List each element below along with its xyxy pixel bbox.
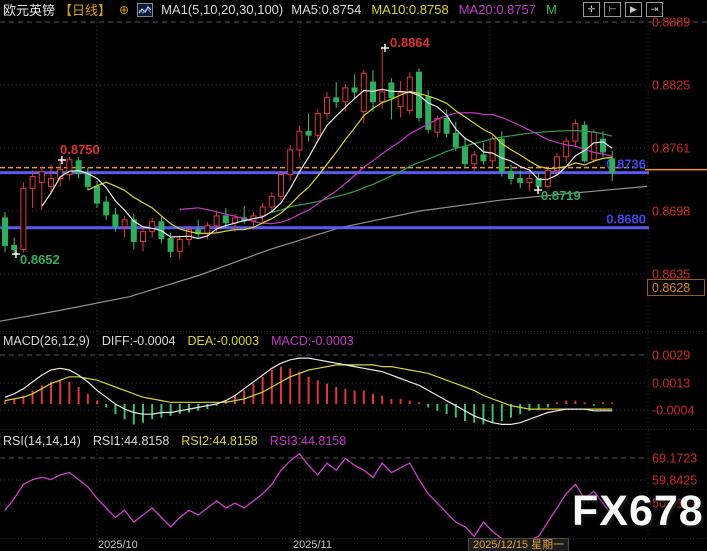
time-axis[interactable]: 2025/10 2025/11 2025/12/15 星期一: [0, 538, 707, 551]
rsi-axis-label: 69.1723: [652, 452, 697, 466]
candle-body: [39, 172, 44, 183]
chart-type-icon[interactable]: [137, 3, 153, 17]
candle-body: [481, 155, 486, 161]
price-marker-label: 0.8628: [652, 281, 690, 295]
undock-panel-icon[interactable]: ⇥: [646, 2, 663, 17]
indicator-readout: MACD:-0.0003: [271, 334, 354, 348]
ma10-line: [88, 91, 612, 233]
candle-body: [472, 155, 477, 164]
candle-body: [325, 98, 330, 114]
price-axis-label: 0.8889: [652, 16, 690, 30]
candle-body: [260, 207, 265, 216]
macd-axis-label: 0.0029: [652, 349, 690, 363]
chart-header: 欧元英镑 【日线】 ⊕ MA1(5,10,20,30,100) MA5:0.87…: [3, 1, 567, 18]
candle-body: [509, 172, 514, 179]
indicator-readout: RSI1:44.8158: [93, 434, 169, 448]
fx678-watermark: FX678: [572, 487, 704, 536]
macd-indicator-label[interactable]: MACD(26,12,9) DIFF:-0.0004 DEA:-0.0003 MACD…: [3, 334, 354, 348]
candle-body: [334, 98, 339, 102]
symbol-name: 欧元英镑: [3, 0, 55, 19]
macd-axis-label: 0.0013: [652, 377, 690, 391]
candle-body: [315, 114, 320, 136]
candle-body: [150, 222, 155, 232]
ma-settings-label[interactable]: MA1(5,10,20,30,100): [161, 2, 283, 17]
candle-body: [141, 232, 146, 242]
candle-body: [601, 139, 606, 152]
candle-body: [380, 92, 385, 102]
ma-readout: MA20:0.8757: [459, 2, 536, 17]
rsi-axis-label: 59.8425: [652, 474, 697, 488]
candle-body: [564, 141, 569, 157]
chart-toolbar: ✛ ⊢ ▶ ⇥: [583, 2, 663, 17]
price-annotation: 0.8652: [20, 252, 60, 267]
candle-body: [205, 226, 210, 234]
candle-body: [21, 188, 26, 249]
candle-body: [444, 118, 449, 133]
candle-body: [453, 133, 458, 147]
candle-body: [288, 150, 293, 175]
candle-body: [95, 186, 100, 203]
candle-body: [12, 245, 17, 249]
candle-body: [527, 179, 532, 183]
price-axis-label: 0.8761: [652, 142, 690, 156]
indicator-readout: DIFF:-0.0004: [102, 334, 176, 348]
candle-body: [407, 77, 412, 110]
indicator-readout: DEA:-0.0003: [187, 334, 259, 348]
candle-body: [85, 174, 90, 187]
candle-body: [177, 240, 182, 252]
price-annotation: 0.8750: [60, 142, 100, 157]
candle-body: [122, 220, 127, 227]
date-label: 2025/11: [293, 539, 332, 551]
selected-date-label: 2025/12/15 星期一: [468, 538, 569, 551]
add-indicator-icon[interactable]: ⊕: [119, 3, 129, 17]
chart-window: 欧元英镑 【日线】 ⊕ MA1(5,10,20,30,100) MA5:0.87…: [0, 0, 707, 551]
support-line-label: 0.8680: [606, 212, 646, 227]
candle-body: [131, 220, 136, 242]
candle-body: [591, 132, 596, 160]
move-crosshair-icon[interactable]: ✛: [583, 2, 600, 17]
indicator-readout: RSI(14,14,14): [3, 434, 81, 448]
period-label[interactable]: 【日线】: [59, 0, 111, 19]
auto-scroll-icon[interactable]: ▶: [625, 2, 642, 17]
candle-body: [269, 196, 274, 207]
candle-body: [352, 88, 357, 92]
candle-body: [463, 147, 468, 164]
chart-plot-area[interactable]: 0.88890.88250.87610.86980.86350.87360.86…: [0, 0, 707, 551]
candle-body: [306, 131, 311, 135]
candle-body: [168, 239, 173, 252]
price-axis-label: 0.8825: [652, 79, 690, 93]
rsi-indicator-label[interactable]: RSI(14,14,14) RSI1:44.8158 RSI2:44.8158 RSI…: [3, 434, 346, 448]
candle-body: [279, 175, 284, 197]
candle-body: [113, 215, 118, 227]
macd-axis-label: -0.0004: [652, 404, 694, 418]
ma-readouts: MA5:0.8754 MA10:0.8758 MA20:0.8757 M: [291, 2, 567, 17]
date-label: 2025/10: [98, 539, 138, 551]
indicator-readout: RSI2:44.8158: [181, 434, 257, 448]
candle-body: [3, 218, 8, 246]
price-annotation: 0.8864: [390, 35, 431, 50]
candle-body: [610, 159, 615, 173]
axis-scale-icon[interactable]: ⊢: [604, 2, 621, 17]
candle-body: [104, 202, 109, 215]
candle-body: [214, 216, 219, 226]
ma-readout: MA5:0.8754: [291, 2, 361, 17]
candle-body: [518, 179, 523, 183]
rsi-line: [5, 454, 612, 540]
candle-body: [297, 131, 302, 150]
candle-body: [233, 218, 238, 223]
indicator-readout: MACD(26,12,9): [3, 334, 90, 348]
candle-body: [490, 139, 495, 161]
candle-body: [30, 177, 35, 189]
candle-body: [573, 123, 578, 141]
indicator-readout: RSI3:44.8158: [270, 434, 346, 448]
price-annotation: 0.8719: [541, 188, 581, 203]
price-axis-label: 0.8698: [652, 205, 690, 219]
candle-body: [343, 88, 348, 102]
ma-readout: MA10:0.8758: [371, 2, 448, 17]
candle-body: [223, 216, 228, 223]
ma-readout: M: [546, 2, 557, 17]
candle-body: [49, 179, 54, 187]
